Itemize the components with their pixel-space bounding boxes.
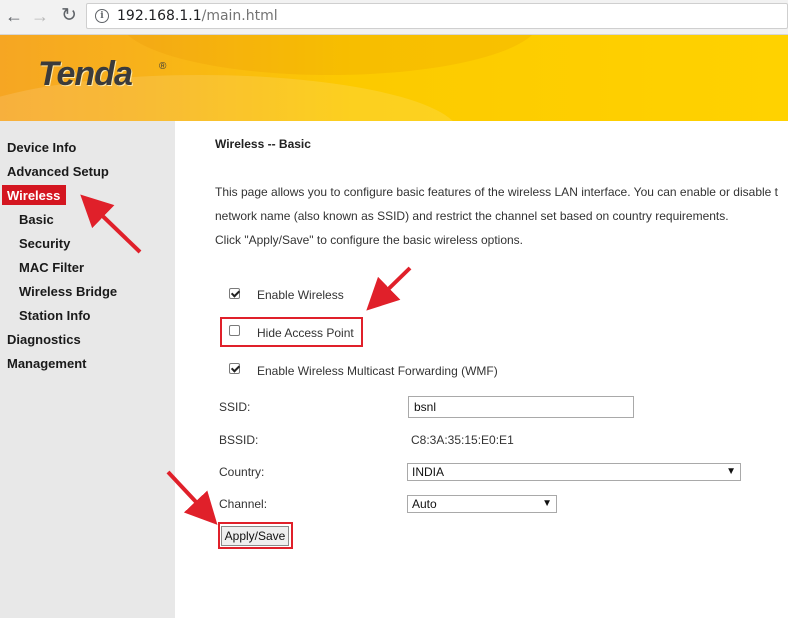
chevron-down-icon: ▼ (726, 466, 736, 477)
sidebar-item-diagnostics[interactable]: Diagnostics (7, 332, 81, 347)
channel-select[interactable]: Auto ▼ (407, 495, 557, 513)
tenda-logo: Tenda (38, 55, 133, 93)
country-selected-value: INDIA (412, 465, 445, 479)
sidebar-item-wireless-bridge[interactable]: Wireless Bridge (19, 284, 117, 299)
url-host: 192.168.1.1 (117, 8, 202, 24)
enable-wireless-label: Enable Wireless (257, 288, 344, 302)
bssid-label: BSSID: (219, 433, 259, 447)
annotation-box-hide-access-point (220, 317, 363, 347)
ssid-input[interactable]: bsnl (408, 396, 634, 418)
url-path: /main.html (201, 8, 278, 24)
sidebar-item-station-info[interactable]: Station Info (19, 308, 91, 323)
description-line-1: This page allows you to configure basic … (215, 185, 778, 199)
sidebar-item-basic[interactable]: Basic (19, 212, 54, 227)
description-line-3: Click "Apply/Save" to configure the basi… (215, 233, 523, 247)
browser-toolbar: ← → ↻ i 192.168.1.1/main.html (0, 0, 788, 35)
bssid-value: C8:3A:35:15:E0:E1 (411, 433, 514, 447)
header-decoration-2 (120, 35, 540, 75)
router-header-banner: Tenda ® (0, 35, 788, 121)
sidebar-item-security[interactable]: Security (19, 236, 70, 251)
sidebar-item-device-info[interactable]: Device Info (7, 140, 76, 155)
reload-icon[interactable]: ↻ (58, 5, 80, 27)
address-bar[interactable]: i 192.168.1.1/main.html (86, 3, 788, 29)
sidebar-item-wireless-label: Wireless (7, 188, 61, 203)
forward-arrow-icon[interactable]: → (29, 5, 51, 27)
enable-wmf-label: Enable Wireless Multicast Forwarding (WM… (257, 364, 498, 378)
ssid-label: SSID: (219, 400, 251, 414)
country-label: Country: (219, 465, 265, 479)
chevron-down-icon: ▼ (542, 498, 552, 509)
country-select[interactable]: INDIA ▼ (407, 463, 741, 481)
sidebar-item-wireless[interactable]: Wireless (2, 185, 66, 205)
enable-wireless-checkbox[interactable] (229, 288, 240, 299)
sidebar-item-management[interactable]: Management (7, 356, 86, 371)
channel-label: Channel: (219, 497, 268, 511)
annotation-box-apply-save (218, 522, 293, 549)
page-title: Wireless -- Basic (215, 137, 311, 151)
enable-wmf-checkbox[interactable] (229, 363, 240, 374)
back-arrow-icon[interactable]: ← (3, 5, 25, 27)
channel-selected-value: Auto (412, 497, 437, 511)
sidebar-item-mac-filter[interactable]: MAC Filter (19, 260, 84, 275)
logo-registered-mark: ® (159, 61, 167, 72)
info-icon[interactable]: i (95, 9, 109, 23)
sidebar-item-advanced-setup[interactable]: Advanced Setup (7, 164, 109, 179)
description-line-2: network name (also known as SSID) and re… (215, 209, 729, 223)
url-text[interactable]: 192.168.1.1/main.html (117, 8, 278, 24)
sidebar-nav: Device Info Advanced Setup Wireless Basi… (0, 121, 175, 618)
